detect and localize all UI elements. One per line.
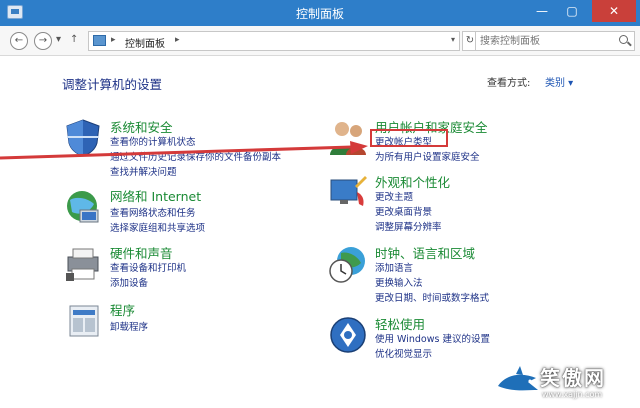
up-button[interactable]: ↑ — [70, 34, 78, 45]
search-input[interactable] — [476, 32, 611, 50]
link-network-status[interactable]: 查看网络状态和任务 — [110, 205, 196, 219]
ease-of-access-icon[interactable] — [327, 314, 369, 356]
clock-globe-icon[interactable] — [327, 243, 369, 285]
link-date-time-format[interactable]: 更改日期、时间或数字格式 — [375, 290, 489, 304]
minimize-button[interactable]: — — [528, 0, 556, 22]
link-change-theme[interactable]: 更改主题 — [375, 189, 413, 203]
programs-icon[interactable] — [62, 300, 104, 342]
close-button[interactable]: ✕ — [592, 0, 636, 22]
printer-icon[interactable] — [62, 243, 104, 285]
link-optimize-visual-display[interactable]: 优化视觉显示 — [375, 346, 432, 360]
view-by-label: 查看方式: — [487, 78, 531, 89]
shark-logo-icon — [498, 366, 538, 391]
link-screen-resolution[interactable]: 调整屏幕分辨率 — [375, 219, 442, 233]
link-devices-printers[interactable]: 查看设备和打印机 — [110, 260, 186, 274]
control-panel-icon — [93, 35, 106, 46]
link-homegroup[interactable]: 选择家庭组和共享选项 — [110, 220, 205, 234]
maximize-button[interactable]: ▢ — [558, 0, 586, 22]
link-family-safety[interactable]: 为所有用户设置家庭安全 — [375, 149, 480, 163]
category-title[interactable]: 网络和 Internet — [110, 186, 201, 205]
link-add-device[interactable]: 添加设备 — [110, 275, 148, 289]
link-change-input-method[interactable]: 更换输入法 — [375, 275, 423, 289]
chevron-right-icon[interactable]: ▸ — [111, 35, 116, 45]
monitor-paint-icon[interactable] — [327, 172, 369, 214]
category-title[interactable]: 程序 — [110, 300, 135, 319]
link-uninstall-program[interactable]: 卸载程序 — [110, 319, 148, 333]
view-by-dropdown[interactable]: 类别 ▾ — [545, 74, 573, 89]
globe-network-icon[interactable] — [62, 186, 104, 228]
recent-pages-icon[interactable]: ▾ — [56, 34, 61, 45]
search-icon[interactable] — [619, 35, 628, 44]
title-bar: 控制面板 — ▢ ✕ — [0, 0, 640, 26]
page-title: 调整计算机的设置 — [62, 77, 163, 92]
watermark-site: www.xajjn.com — [542, 390, 603, 399]
link-desktop-background[interactable]: 更改桌面背景 — [375, 204, 432, 218]
search-box[interactable] — [475, 31, 635, 51]
chevron-right-icon[interactable]: ▸ — [175, 35, 180, 45]
link-windows-suggested-settings[interactable]: 使用 Windows 建议的设置 — [375, 331, 490, 345]
breadcrumb-control-panel[interactable]: 控制面板 — [125, 35, 165, 50]
navigation-bar: ← → ▾ ↑ ▸ 控制面板 ▸ ▾ ↻ — [0, 26, 640, 56]
annotation-arrow — [0, 141, 368, 160]
watermark: 笑傲网 www.xajjn.com — [496, 362, 636, 406]
forward-button[interactable]: → — [34, 32, 52, 50]
watermark-brand: 笑傲网 — [540, 366, 606, 390]
link-add-language[interactable]: 添加语言 — [375, 260, 413, 274]
annotation-highlight-box — [370, 129, 448, 147]
address-bar[interactable]: ▸ 控制面板 ▸ ▾ — [88, 31, 460, 51]
back-button[interactable]: ← — [10, 32, 28, 50]
chevron-down-icon[interactable]: ▾ — [451, 35, 455, 44]
